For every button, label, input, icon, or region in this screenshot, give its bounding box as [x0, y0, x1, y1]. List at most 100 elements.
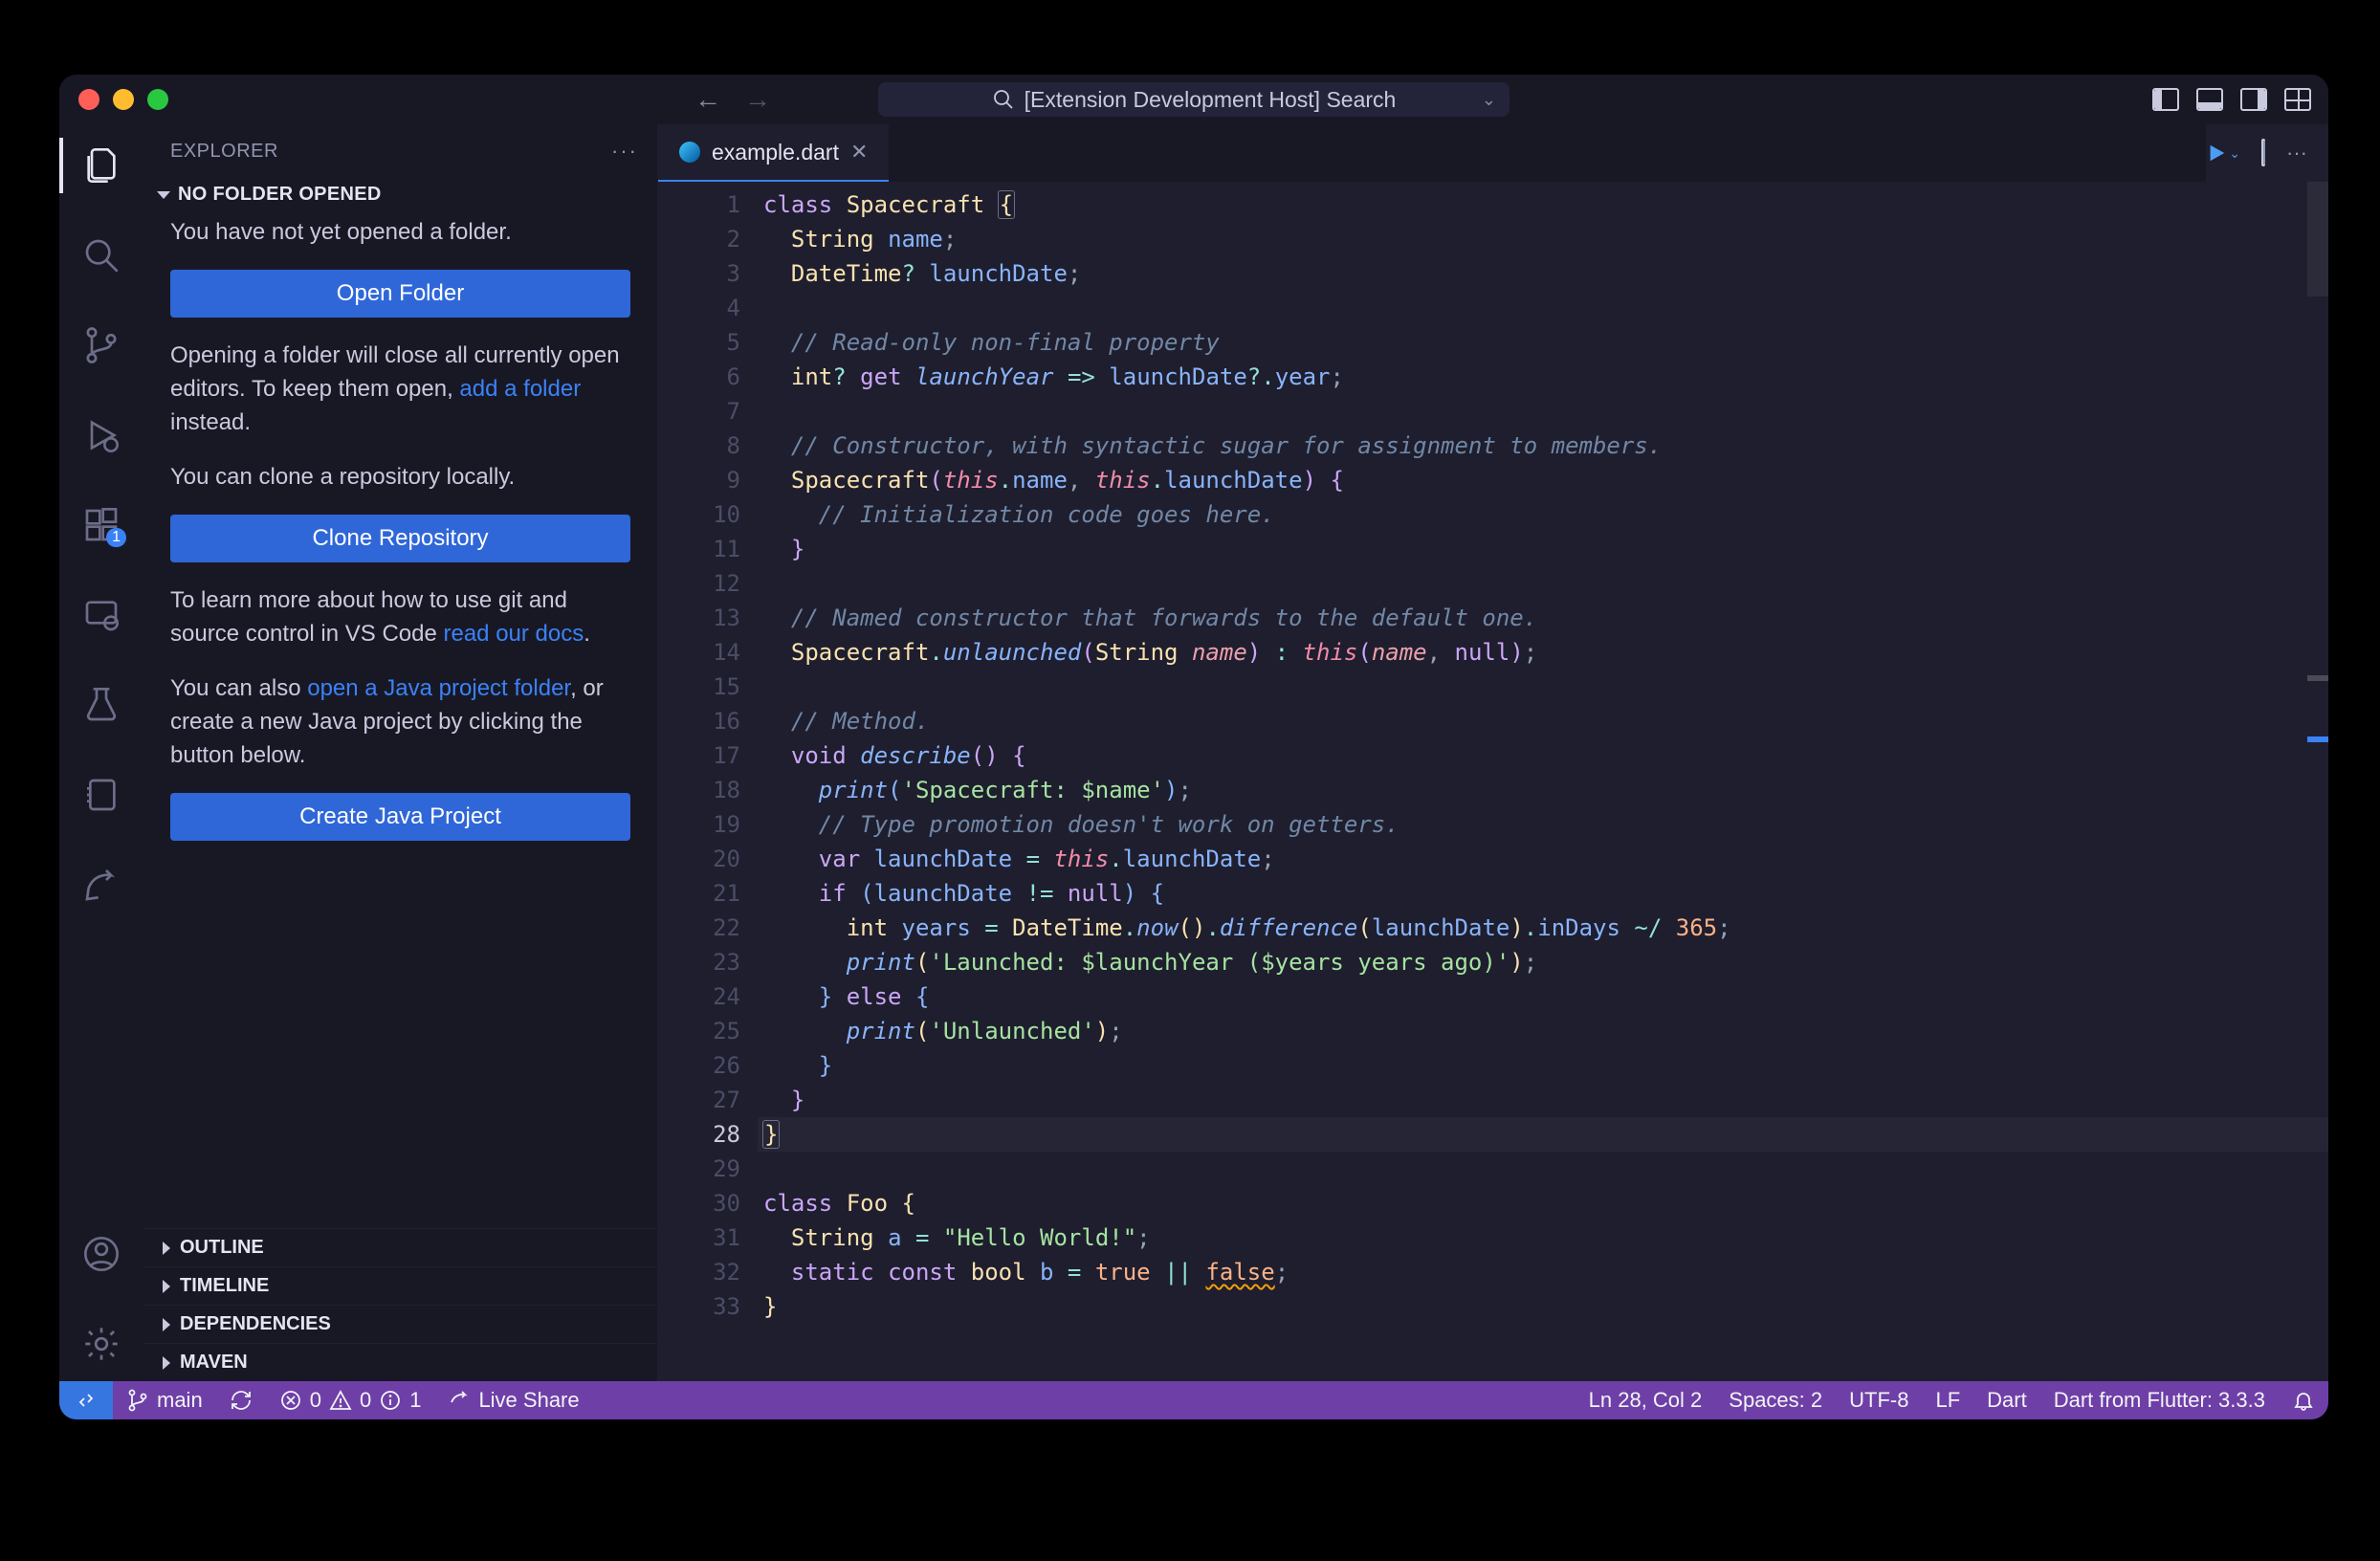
maximize-window-button[interactable]: [147, 89, 168, 110]
no-folder-section-header[interactable]: NO FOLDER OPENED: [143, 178, 657, 211]
titlebar: ← → [Extension Development Host] Search …: [59, 75, 2328, 124]
run-button[interactable]: ⌄: [2206, 143, 2240, 164]
activity-search[interactable]: [59, 228, 143, 283]
vscode-window: ← → [Extension Development Host] Search …: [59, 75, 2328, 1419]
code-editor[interactable]: 1234567891011121314151617181920212223242…: [658, 182, 2328, 1381]
encoding-item[interactable]: UTF-8: [1836, 1381, 1922, 1419]
nav-forward-button[interactable]: →: [744, 84, 771, 115]
code-content[interactable]: class Spacecraft { String name; DateTime…: [763, 182, 2328, 1381]
cursor-position-item[interactable]: Ln 28, Col 2: [1576, 1381, 1716, 1419]
toggle-primary-sidebar-button[interactable]: [2152, 88, 2179, 111]
open-java-project-link[interactable]: open a Java project folder: [307, 675, 570, 701]
error-icon: [279, 1389, 302, 1412]
gear-icon: [82, 1325, 121, 1363]
command-center[interactable]: [Extension Development Host] Search ⌄: [878, 82, 1510, 117]
no-folder-text-4: To learn more about how to use git and s…: [170, 583, 630, 650]
flutter-sdk-item[interactable]: Dart from Flutter: 3.3.3: [2040, 1381, 2279, 1419]
no-folder-text-3: You can clone a repository locally.: [170, 460, 630, 494]
search-icon: [82, 236, 121, 275]
activity-share[interactable]: [59, 857, 143, 912]
window-controls: [78, 89, 168, 110]
activity-accounts[interactable]: [59, 1226, 143, 1282]
command-center-text: [Extension Development Host] Search: [1025, 87, 1397, 113]
branch-icon: [82, 326, 121, 364]
overview-mark: [2307, 675, 2328, 681]
timeline-section[interactable]: TIMELINE: [143, 1266, 657, 1305]
no-folder-text-5: You can also open a Java project folder,…: [170, 671, 630, 772]
overview-cursor-mark: [2307, 737, 2328, 742]
dart-file-icon: [679, 142, 700, 163]
account-icon: [82, 1235, 121, 1273]
eol-item[interactable]: LF: [1922, 1381, 1973, 1419]
chevron-right-icon: [163, 1318, 170, 1331]
branch-icon: [126, 1389, 149, 1412]
remote-indicator[interactable]: [59, 1381, 113, 1419]
extensions-badge: 1: [106, 528, 126, 547]
no-folder-text-2: Opening a folder will close all currentl…: [170, 339, 630, 439]
scrollbar-thumb[interactable]: [2307, 182, 2328, 297]
activity-extensions[interactable]: 1: [59, 497, 143, 553]
clone-repository-button[interactable]: Clone Repository: [170, 515, 630, 562]
sidebar-more-button[interactable]: ···: [611, 139, 638, 164]
notebook-icon: [82, 776, 121, 814]
files-icon: [82, 146, 121, 185]
status-bar: main 0 0 1 Live Share Ln 28, Col 2 Space…: [59, 1381, 2328, 1419]
activity-source-control[interactable]: [59, 318, 143, 373]
notifications-item[interactable]: [2279, 1381, 2328, 1419]
chevron-right-icon: [163, 1280, 170, 1293]
nav-back-button[interactable]: ←: [694, 84, 721, 115]
workbench-body: 1 EXPLORER: [59, 124, 2328, 1381]
gutter: 1234567891011121314151617181920212223242…: [658, 182, 763, 1381]
open-folder-button[interactable]: Open Folder: [170, 270, 630, 318]
read-docs-link[interactable]: read our docs: [443, 621, 584, 647]
problems-item[interactable]: 0 0 1: [266, 1381, 435, 1419]
tab-bar: example.dart ✕ ⌄ ···: [658, 124, 2328, 182]
chevron-right-icon: [163, 1242, 170, 1255]
minimize-window-button[interactable]: [113, 89, 134, 110]
vertical-scrollbar[interactable]: [2307, 182, 2328, 1381]
activity-settings[interactable]: [59, 1316, 143, 1372]
sync-icon: [230, 1389, 253, 1412]
search-icon: [992, 88, 1015, 111]
dependencies-section[interactable]: DEPENDENCIES: [143, 1305, 657, 1343]
language-mode-item[interactable]: Dart: [1973, 1381, 2040, 1419]
activity-remote-explorer[interactable]: [59, 587, 143, 643]
explorer-sidebar: EXPLORER ··· NO FOLDER OPENED You have n…: [143, 124, 658, 1381]
no-folder-body: You have not yet opened a folder. Open F…: [143, 211, 657, 850]
tab-label: example.dart: [712, 140, 839, 165]
editor-more-button[interactable]: ···: [2286, 141, 2307, 165]
close-tab-button[interactable]: ✕: [850, 140, 868, 165]
section-label: NO FOLDER OPENED: [178, 184, 382, 206]
warning-icon: [329, 1389, 352, 1412]
customize-layout-button[interactable]: [2284, 88, 2311, 111]
live-share-icon: [448, 1389, 471, 1412]
sidebar-header: EXPLORER ···: [143, 124, 657, 178]
sidebar-title: EXPLORER: [170, 141, 278, 163]
toggle-panel-button[interactable]: [2196, 88, 2223, 111]
add-folder-link[interactable]: add a folder: [459, 376, 581, 402]
activity-explorer[interactable]: [59, 138, 143, 193]
tab-example-dart[interactable]: example.dart ✕: [658, 124, 889, 182]
info-icon: [379, 1389, 402, 1412]
git-branch-item[interactable]: main: [113, 1381, 216, 1419]
toggle-secondary-sidebar-button[interactable]: [2240, 88, 2267, 111]
maven-section[interactable]: MAVEN: [143, 1343, 657, 1381]
editor-actions: ⌄ ···: [2206, 124, 2328, 182]
chevron-right-icon: [163, 1356, 170, 1370]
split-editor-button[interactable]: [2261, 141, 2265, 165]
bell-icon: [2292, 1389, 2315, 1412]
activity-testing[interactable]: [59, 677, 143, 733]
layout-controls: [2152, 88, 2311, 111]
play-bug-icon: [82, 416, 121, 454]
activity-notebook[interactable]: [59, 767, 143, 823]
create-java-project-button[interactable]: Create Java Project: [170, 793, 630, 841]
indentation-item[interactable]: Spaces: 2: [1715, 1381, 1836, 1419]
outline-section[interactable]: OUTLINE: [143, 1228, 657, 1266]
live-share-item[interactable]: Live Share: [434, 1381, 592, 1419]
beaker-icon: [82, 686, 121, 724]
no-folder-text-1: You have not yet opened a folder.: [170, 215, 630, 249]
activity-run-debug[interactable]: [59, 407, 143, 463]
close-window-button[interactable]: [78, 89, 99, 110]
share-icon: [82, 866, 121, 904]
sync-button[interactable]: [216, 1381, 266, 1419]
